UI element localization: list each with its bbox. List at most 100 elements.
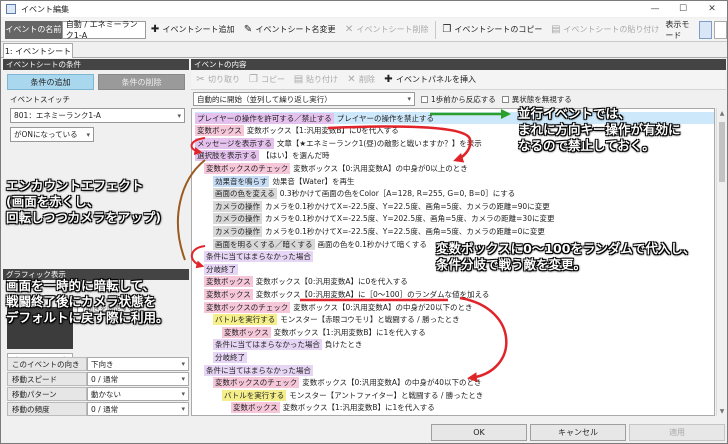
annotation-darken: 画面を一時的に暗転して、 戦闘終了後にカメラ状態を デフォルトに戻す際に利用。 — [6, 278, 169, 326]
annotation-line: 条件分岐で戦う敵を変更。 — [436, 257, 587, 272]
command-type-tag: メッセージを表示する — [195, 137, 274, 149]
command-type-tag: 変数ボックスのチェック — [213, 377, 300, 389]
maximize-button[interactable]: ☐ — [669, 1, 697, 17]
switch-select[interactable]: 801：エネミーランク1-A ▾ — [10, 108, 185, 123]
prop-value: 下向き — [91, 359, 114, 369]
ok-button[interactable]: OK — [431, 424, 527, 441]
scroll-thumb[interactable] — [719, 122, 725, 182]
step-back-checkbox[interactable]: 1歩前から反応する — [421, 94, 496, 105]
close-x-icon: ✕ — [344, 24, 354, 35]
delete-sheet-button[interactable]: ✕ イベントシート削除 — [340, 21, 433, 39]
command-row[interactable]: バトルを実行する モンスター【アントファイター】と戦闘する / 勝ったとき — [222, 389, 714, 401]
command-text: プレイヤーの操作を禁止する — [336, 113, 435, 123]
command-type-tag: 画面の色を変える — [213, 188, 277, 200]
annotation-line: なるので禁止しておく。 — [518, 138, 655, 153]
annotation-line: (画面を赤くし、 — [6, 194, 100, 209]
command-row[interactable]: 画面の色を変える 0.3秒かけて画面の色をColor［A=128, R=255, … — [213, 188, 714, 200]
annotation-line: 画面を一時的に暗転して、 — [6, 278, 156, 293]
command-text: 変数ボックス【1:汎用変数B】に1を代入する — [273, 327, 426, 337]
command-text: 変数ボックス【0:汎用変数A】に0を代入する — [255, 277, 408, 287]
command-text: 変数ボックス【0:汎用変数A】の中身が0以上のとき — [293, 163, 468, 173]
command-text: 【はい】を選んだ時 — [262, 151, 330, 161]
command-row[interactable]: カメラの操作 カメラを0.1秒かけてX=-22.5度、Y=202.5度、画角=5度… — [213, 213, 714, 225]
copy-button[interactable]: ❐ コピー — [244, 71, 289, 89]
command-type-tag: プレイヤーの操作を許可する／禁止する — [195, 112, 334, 124]
command-row[interactable]: カメラの操作 カメラを0.1秒かけてX=-22.5度、Y=22.5度、画角=5度、… — [213, 200, 714, 212]
plus-icon: ✚ — [384, 74, 393, 85]
command-type-tag: 変数ボックス — [195, 125, 244, 137]
insert-panel-label: イベントパネルを挿入 — [396, 75, 476, 84]
cut-label: 切り取り — [208, 75, 240, 84]
command-row[interactable]: バトルを実行する モンスター【赤眼コウモリ】と戦闘する / 勝ったとき — [213, 314, 714, 326]
command-row[interactable]: 変数ボックスのチェック 変数ボックス【0:汎用変数A】の中身が20以下のとき — [204, 301, 714, 313]
prop-value: 0 / 通常 — [91, 374, 119, 384]
annotation-line: エンカウントエフェクト — [6, 178, 144, 193]
add-sheet-button[interactable]: ✚ イベントシート追加 — [146, 21, 239, 39]
prop-pattern-select[interactable]: 動かない ▾ — [87, 387, 189, 401]
annotation-random: 変数ボックスに0〜100をランダムで代入し、 条件分岐で戦う敵を変更。 — [436, 241, 695, 273]
cancel-button[interactable]: キャンセル — [530, 424, 626, 441]
annotation-line: まれに方向キー操作が有効に — [518, 122, 681, 137]
apply-button[interactable]: 適用 — [629, 424, 725, 441]
command-type-tag: 条件に当てはまらなかった場合 — [204, 364, 313, 376]
scroll-down-icon[interactable]: ▼ — [717, 406, 727, 416]
command-text: 変数ボックス【0:汎用変数A】に［0〜100］のランダムな値を加える — [255, 289, 490, 299]
tree-view-icon[interactable] — [713, 20, 727, 39]
command-type-tag: 変数ボックスのチェック — [204, 301, 291, 313]
command-type-tag: バトルを実行する — [213, 314, 278, 326]
minimize-button[interactable]: — — [641, 1, 669, 17]
command-type-tag: 選択肢を表示する — [195, 150, 259, 162]
tab-sheet-1[interactable]: 1: イベントシート — [3, 43, 73, 58]
command-row[interactable]: 変数ボックス 変数ボックス【1:汎用変数B】に1を代入する — [231, 402, 714, 414]
command-row[interactable]: 変数ボックス 変数ボックス【0:汎用変数A】に0を代入する — [204, 276, 714, 288]
command-row[interactable]: 変数ボックスのチェック 変数ボックス【0:汎用変数A】の中身が40以下のとき — [213, 377, 714, 389]
insert-panel-button[interactable]: ✚ イベントパネルを挿入 — [379, 71, 480, 89]
prop-speed-select[interactable]: 0 / 通常 ▾ — [87, 372, 189, 386]
event-name-input[interactable]: 自動 / エネミーランク1-A — [61, 20, 146, 40]
command-row[interactable]: 変数ボックス 変数ボックス【0:汎用変数A】に［0〜100］のランダムな値を加える — [204, 288, 714, 300]
switch-state-select[interactable]: がONになっている ▾ — [10, 127, 94, 142]
add-condition-button[interactable]: 条件の追加 — [7, 74, 94, 90]
command-text: カメラを0.1秒かけてX=-22.5度、Y=22.5度、画角=5度、カメラの距離… — [265, 201, 550, 211]
prop-key: 移動スピード — [7, 372, 87, 386]
command-row[interactable]: 条件に当てはまらなかった場合 負けたとき — [213, 339, 714, 351]
prop-value: 動かない — [91, 389, 121, 399]
paste-sheet-button[interactable]: ▤ イベントシートの貼り付け — [546, 21, 663, 39]
list-view-icon[interactable] — [698, 20, 712, 39]
annotation-line: 並行イベントでは、 — [518, 106, 631, 121]
scroll-up-icon[interactable]: ▲ — [717, 108, 727, 118]
command-type-tag: 変数ボックス — [222, 326, 271, 338]
cut-button[interactable]: ✂ 切り取り — [191, 71, 244, 89]
chevron-down-icon: ▾ — [181, 375, 185, 383]
command-row[interactable]: 効果音を鳴らす 効果音【Water】を再生 — [213, 175, 714, 187]
close-button[interactable]: ✕ — [698, 1, 726, 17]
command-row[interactable]: カメラの操作 カメラを0.1秒かけてX=-22.5度、Y=22.5度、画角=5度、… — [213, 225, 714, 237]
chevron-down-icon: ▾ — [177, 112, 181, 120]
copy-sheet-button[interactable]: ❐ イベントシートのコピー — [437, 21, 546, 39]
chevron-down-icon: ▾ — [407, 95, 411, 103]
delete-condition-button[interactable]: 条件の削除 — [98, 74, 185, 90]
prop-frequency-select[interactable]: 0 / 通常 ▾ — [87, 402, 189, 416]
command-row[interactable]: 変数ボックス 変数ボックス【1:汎用変数B】に1を代入する — [222, 326, 714, 338]
scissors-icon: ✂ — [196, 74, 205, 85]
command-row[interactable]: 分岐終了 — [213, 351, 714, 363]
rename-sheet-button[interactable]: ✎ イベントシート名変更 — [239, 21, 340, 39]
command-row[interactable]: 変数ボックスのチェック 変数ボックス【0:汎用変数A】の中身が0以上のとき — [204, 162, 714, 174]
main-toolbar: イベントの名前 自動 / エネミーランク1-A ✚ イベントシート追加 ✎ イベント… — [1, 18, 727, 42]
command-row[interactable]: 条件に当てはまらなかった場合 — [204, 364, 714, 376]
command-type-tag: 効果音を鳴らす — [213, 175, 270, 187]
command-text: カメラを0.1秒かけてX=-22.5度、Y=22.5度、画角=5度、カメラの距離… — [265, 226, 545, 236]
trigger-row: 自動的に開始（並列して繰り返し実行） ▾ 1歩前から反応する 異状態を無視する — [191, 91, 726, 107]
prop-direction-select[interactable]: 下向き ▾ — [87, 357, 189, 371]
command-list-scrollbar[interactable]: ▲ ▼ — [716, 108, 726, 416]
delete-button[interactable]: ✕ 削除 — [342, 71, 379, 89]
chevron-down-icon: ▾ — [181, 390, 185, 398]
trigger-select[interactable]: 自動的に開始（並列して繰り返し実行） ▾ — [193, 92, 415, 106]
abnormal-label: 異状態を無視する — [511, 94, 572, 104]
command-type-tag: バトルを実行する — [222, 389, 287, 401]
abnormal-checkbox[interactable]: 異状態を無視する — [501, 94, 572, 105]
paste-button[interactable]: ▤ 貼り付け — [289, 71, 342, 89]
clipboard-icon: ▤ — [293, 74, 304, 85]
prop-direction: このイベントの向き 下向き ▾ — [7, 357, 189, 371]
command-type-tag: 分岐終了 — [213, 351, 247, 363]
